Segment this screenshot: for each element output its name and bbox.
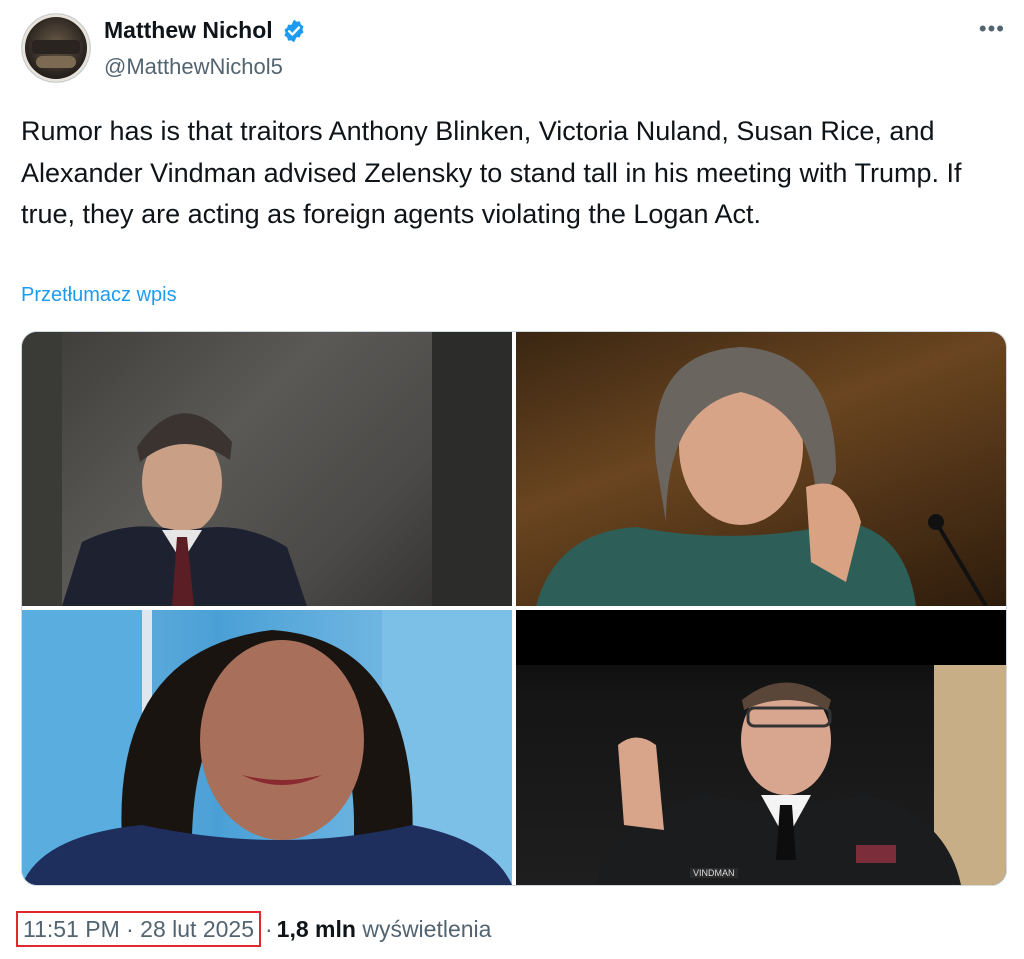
author-handle[interactable]: @MatthewNichol5 — [104, 54, 283, 80]
translate-link[interactable]: Przetłumacz wpis — [21, 284, 177, 307]
photo-officer-taking-oath-icon — [516, 610, 1006, 885]
views-label: wyświetlenia — [362, 916, 492, 942]
avatar-detail — [36, 56, 76, 68]
author-name-row: Matthew Nichol — [104, 17, 307, 44]
media-grid: VINDMAN — [21, 331, 1007, 886]
photo-woman-smiling-icon — [22, 610, 512, 885]
photo-man-in-suit-icon — [22, 332, 512, 606]
verified-badge-icon — [284, 19, 304, 42]
more-options-icon[interactable]: ••• — [979, 16, 1005, 42]
tweet-timestamp[interactable]: 11:51 PM · 28 lut 2025 — [16, 911, 261, 947]
views-count: 1,8 mln — [276, 916, 356, 942]
photo-2[interactable] — [516, 332, 1006, 606]
footer-separator: · — [265, 916, 273, 942]
photo-3[interactable] — [22, 610, 512, 885]
photo-4[interactable]: VINDMAN — [516, 610, 1006, 885]
photo-woman-at-hearing-icon — [536, 347, 988, 606]
tweet-text: Rumor has is that traitors Anthony Blink… — [21, 116, 962, 229]
tweet-header: Matthew Nichol @MatthewNichol5 ••• — [22, 14, 1007, 86]
tweet-footer: 11:51 PM · 28 lut 2025 · 1,8 mln wyświetle… — [16, 909, 491, 949]
author-avatar[interactable] — [22, 14, 90, 82]
photo-1[interactable] — [22, 332, 512, 606]
avatar-detail — [32, 40, 80, 54]
nameplate: VINDMAN — [690, 868, 738, 878]
author-name[interactable]: Matthew Nichol — [104, 17, 273, 43]
